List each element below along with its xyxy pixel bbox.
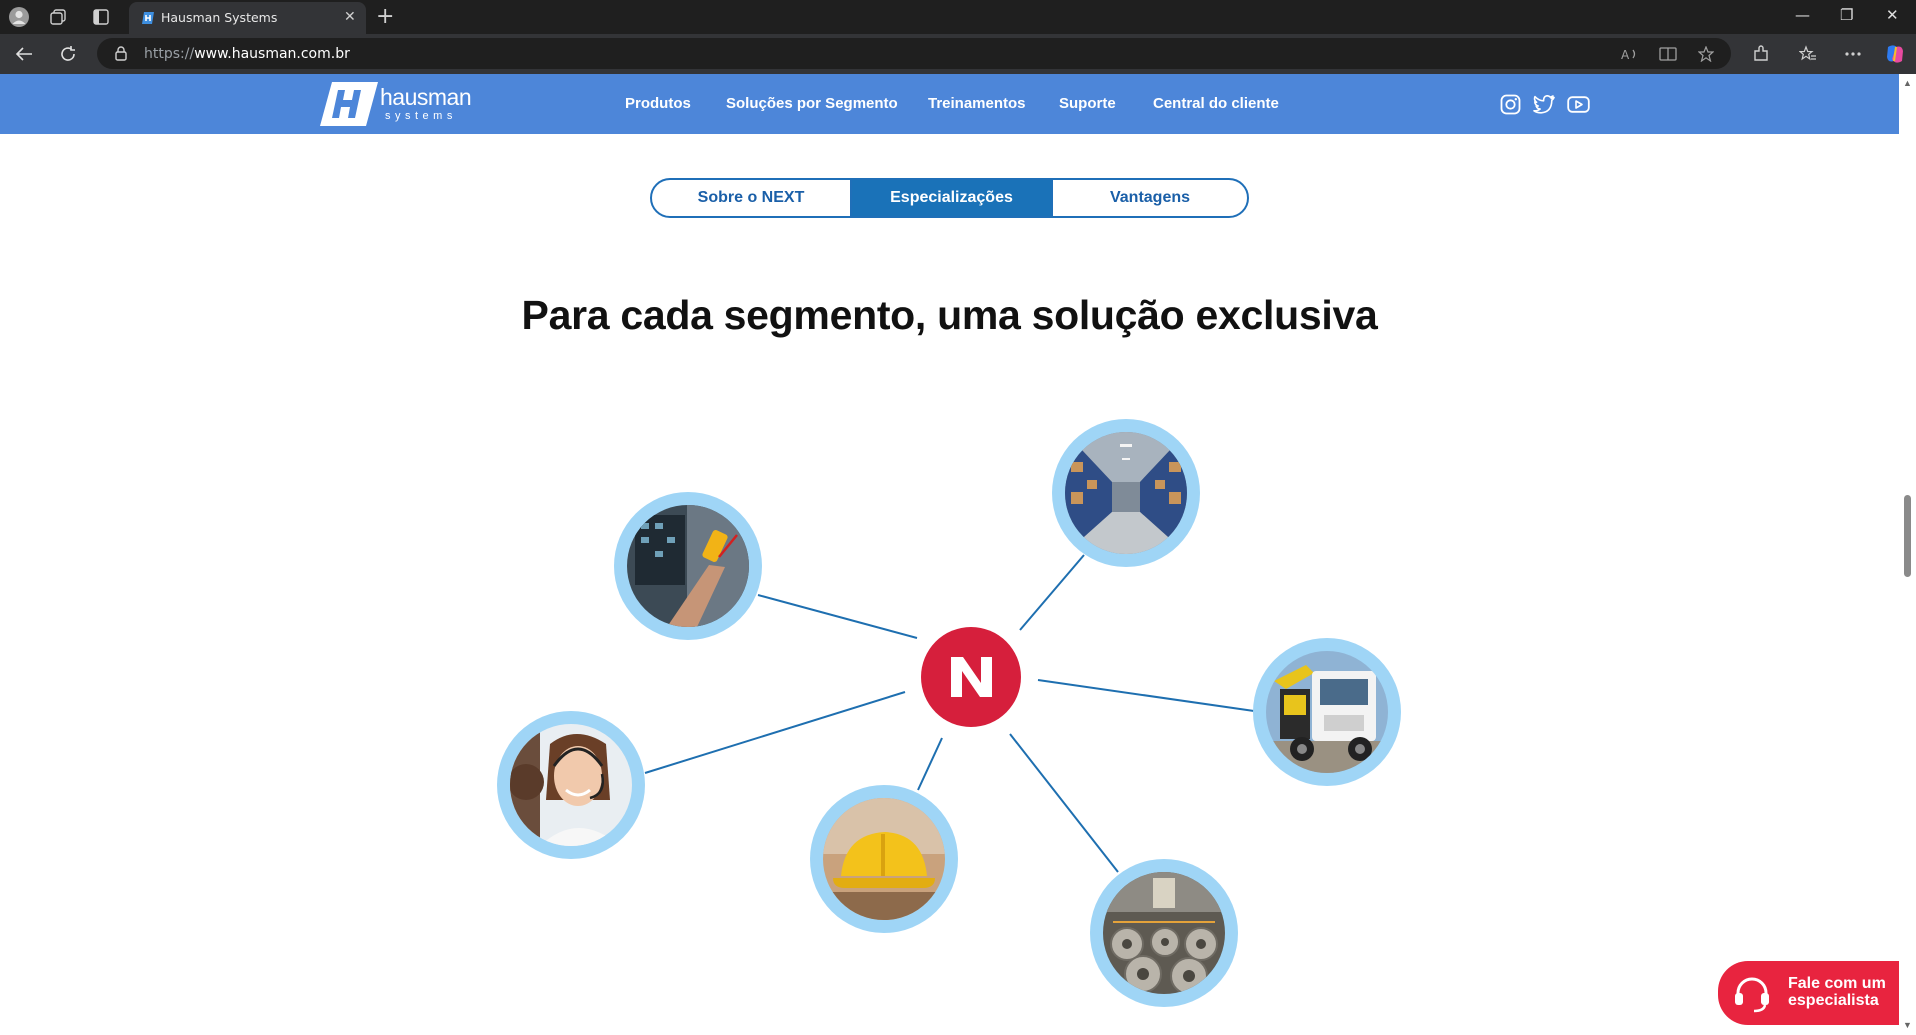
cta-label: Fale com um especialista	[1788, 975, 1886, 1009]
tab-vantagens[interactable]: Vantagens	[1053, 180, 1247, 216]
refresh-icon[interactable]	[55, 42, 81, 66]
scroll-down-icon[interactable]: ▼	[1903, 1020, 1912, 1030]
tab-title: Hausman Systems	[161, 10, 278, 25]
tab-actions-icon[interactable]	[88, 4, 114, 30]
svg-text:A: A	[1621, 48, 1630, 61]
instagram-icon[interactable]	[1498, 92, 1522, 116]
tab-hausman-systems[interactable]: Hausman Systems ✕	[129, 2, 366, 34]
warehouse-photo	[1065, 432, 1187, 554]
lock-icon[interactable]	[115, 46, 127, 66]
steel-coils-factory-photo	[1103, 872, 1225, 994]
url-host: www.hausman.com.br	[194, 46, 350, 62]
url-text: https://www.hausman.com.br	[144, 46, 350, 62]
fale-com-especialista-button[interactable]: Fale com um especialista	[1718, 961, 1899, 1025]
scroll-up-icon[interactable]: ▲	[1903, 78, 1912, 88]
link-line	[1037, 679, 1255, 712]
next-logo-icon	[951, 657, 992, 697]
menu-item-solucoes-por-segmento[interactable]: Soluções por Segmento	[726, 95, 898, 112]
browser-tab-bar: Hausman Systems ✕ + — ❐ ✕	[0, 0, 1916, 34]
next-hub-logo[interactable]	[921, 627, 1021, 727]
url-scheme: https://	[144, 46, 195, 62]
site-header: hausman systems Produtos Soluções por Se…	[0, 74, 1899, 134]
call-center-agent-photo	[510, 724, 632, 846]
twitter-icon[interactable]	[1532, 92, 1556, 116]
favorites-icon[interactable]	[1795, 42, 1821, 66]
minimize-button[interactable]: —	[1795, 6, 1810, 24]
tab-sobre-o-next[interactable]: Sobre o NEXT	[652, 180, 850, 216]
workspaces-icon[interactable]	[45, 4, 71, 30]
segment-node-services[interactable]	[497, 711, 645, 859]
section-headline: Para cada segmento, uma solução exclusiv…	[521, 292, 1378, 338]
tab-close-icon[interactable]: ✕	[344, 9, 356, 25]
favorite-star-icon[interactable]	[1695, 45, 1717, 63]
segment-node-construction[interactable]	[810, 785, 958, 933]
address-bar[interactable]: https://www.hausman.com.br A	[97, 38, 1731, 69]
back-icon[interactable]	[11, 42, 37, 66]
cta-line-1: Fale com um	[1788, 975, 1886, 992]
link-line	[917, 737, 943, 791]
logo-subtitle: systems	[385, 110, 457, 122]
hard-hat-photo	[823, 798, 945, 920]
link-line	[1009, 733, 1119, 873]
profile-icon[interactable]	[6, 4, 32, 30]
cta-line-2: especialista	[1788, 992, 1879, 1009]
restore-button[interactable]: ❐	[1840, 6, 1853, 24]
read-aloud-icon[interactable]: A	[1619, 45, 1641, 63]
link-line	[644, 691, 906, 774]
logo-wordmark: hausman	[380, 84, 472, 110]
electrical-technician-photo	[627, 505, 749, 627]
immersive-reader-icon[interactable]	[1657, 45, 1679, 63]
content-tabs: Sobre o NEXT Especializações Vantagens	[650, 178, 1249, 218]
tab-especializacoes[interactable]: Especializações	[852, 180, 1051, 216]
menu-item-produtos[interactable]: Produtos	[625, 95, 691, 112]
segment-node-logistics[interactable]	[1052, 419, 1200, 567]
truck-crane-photo	[1266, 651, 1388, 773]
scrollbar-thumb[interactable]	[1904, 495, 1911, 577]
headset-icon	[1732, 975, 1772, 1018]
menu-item-suporte[interactable]: Suporte	[1059, 95, 1116, 112]
menu-item-central-do-cliente[interactable]: Central do cliente	[1153, 95, 1279, 112]
link-line	[757, 594, 918, 639]
segment-node-industry[interactable]	[1090, 859, 1238, 1007]
new-tab-button[interactable]: +	[376, 4, 394, 29]
menu-item-treinamentos[interactable]: Treinamentos	[928, 95, 1026, 112]
hausman-logo-mark-icon	[320, 82, 378, 126]
close-window-button[interactable]: ✕	[1886, 6, 1899, 24]
more-options-icon[interactable]	[1840, 42, 1866, 66]
page-scrollbar[interactable]: ▲ ▼	[1899, 74, 1916, 1035]
site-favicon-icon	[141, 11, 155, 30]
segment-node-electrical[interactable]	[614, 492, 762, 640]
segment-diagram-links	[644, 554, 1255, 873]
extensions-icon[interactable]	[1748, 42, 1774, 66]
copilot-icon[interactable]	[1882, 42, 1908, 66]
youtube-icon[interactable]	[1566, 92, 1590, 116]
link-line	[1019, 554, 1085, 631]
hausman-logo[interactable]: hausman systems	[318, 80, 472, 126]
browser-toolbar: https://www.hausman.com.br A	[0, 34, 1916, 74]
segment-node-transport[interactable]	[1253, 638, 1401, 786]
